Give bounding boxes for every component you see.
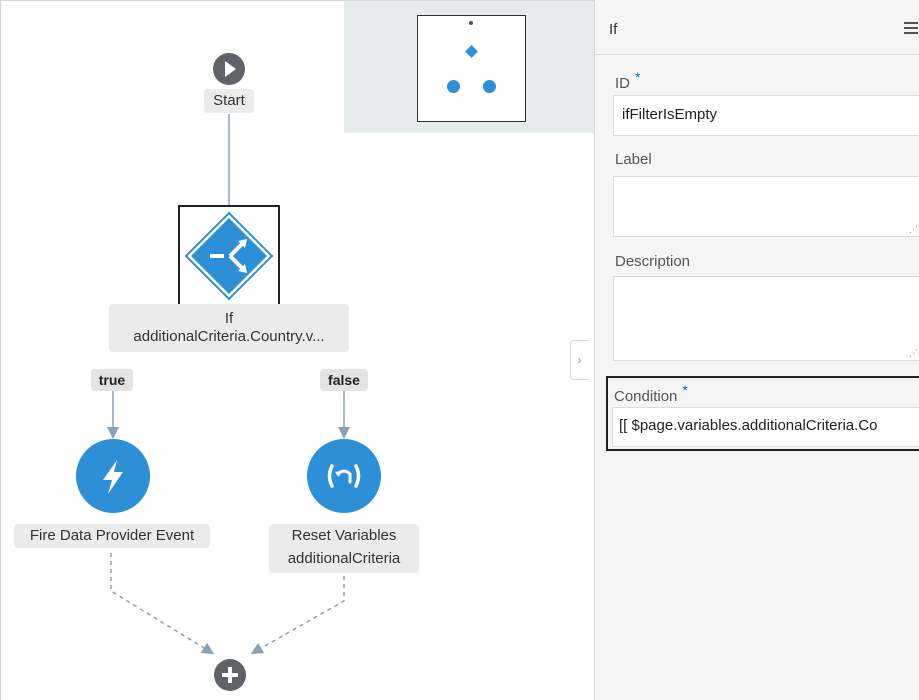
plus-icon	[214, 659, 246, 691]
flow-canvas[interactable]: Start If additionalCriteria.Country.v...…	[0, 0, 595, 700]
minimap-viewport[interactable]	[417, 15, 526, 122]
fire-event-label: Fire Data Provider Event	[14, 524, 210, 548]
minimap[interactable]	[344, 1, 595, 133]
panel-title: If	[609, 21, 618, 38]
switch-icon	[184, 211, 274, 301]
reset-label-title: Reset Variables	[291, 527, 397, 544]
if-node-label: If additionalCriteria.Country.v...	[109, 304, 349, 352]
if-node[interactable]	[178, 205, 280, 307]
minimap-fire-event-dot	[447, 80, 460, 93]
description-textarea[interactable]: ⋰	[613, 276, 919, 361]
if-label-title: If	[224, 310, 234, 327]
condition-field-label: Condition *	[614, 382, 688, 405]
panel-collapse-handle[interactable]: ›	[570, 340, 588, 380]
add-action-button[interactable]	[213, 658, 247, 692]
resize-grip-icon[interactable]: ⋰	[909, 349, 918, 358]
id-field-label: ID *	[615, 69, 640, 92]
fire-event-node[interactable]	[75, 438, 151, 514]
undo-icon	[307, 439, 381, 513]
condition-label-text: Condition	[614, 388, 678, 405]
resize-grip-icon[interactable]: ⋰	[909, 225, 918, 234]
id-input[interactable]: ifFilterIsEmpty	[613, 95, 919, 136]
true-branch-label: true	[91, 369, 133, 391]
false-branch-label: false	[320, 369, 368, 391]
label-textarea[interactable]: ⋰	[613, 176, 919, 237]
condition-field-group: Condition * [[ $page.variables.additional…	[606, 376, 919, 451]
condition-input[interactable]: [[ $page.variables.additionalCriteria.Co	[612, 407, 919, 447]
minimap-start-dot	[469, 21, 473, 25]
reset-variables-label: Reset Variables additionalCriteria	[269, 524, 419, 573]
id-label-text: ID	[615, 75, 630, 92]
play-icon	[213, 53, 245, 85]
label-field-label: Label	[615, 151, 652, 168]
chevron-right-icon: ›	[577, 353, 582, 367]
hamburger-menu-icon[interactable]	[904, 22, 918, 37]
minimap-if-diamond	[465, 45, 478, 58]
start-node[interactable]	[211, 51, 247, 87]
properties-panel: If ID * ifFilterIsEmpty Label ⋰ Descripti…	[594, 0, 919, 700]
required-indicator: *	[682, 382, 688, 398]
reset-label-variable: additionalCriteria	[287, 550, 401, 567]
required-indicator: *	[635, 69, 641, 85]
minimap-reset-dot	[483, 80, 496, 93]
reset-variables-node[interactable]	[306, 438, 382, 514]
panel-header: If	[595, 0, 919, 55]
description-field-label: Description	[615, 253, 691, 270]
lightning-icon	[76, 439, 150, 513]
start-label: Start	[204, 89, 254, 113]
if-label-expression: additionalCriteria.Country.v...	[133, 328, 325, 345]
